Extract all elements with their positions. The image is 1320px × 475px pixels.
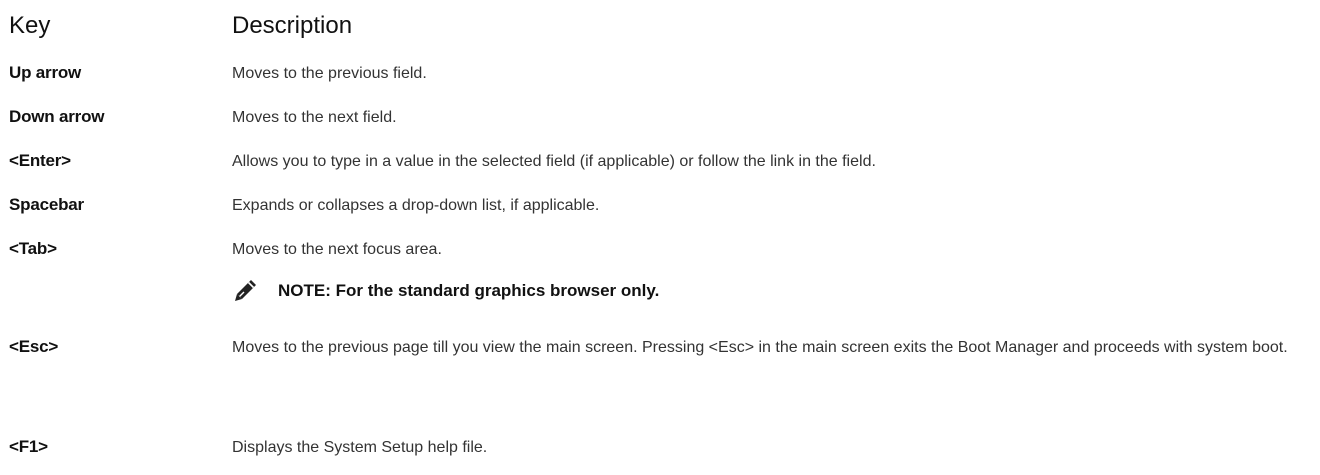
row-key: Spacebar — [9, 195, 84, 214]
row-description: Moves to the previous field. — [232, 65, 427, 82]
row-description: Allows you to type in a value in the sel… — [232, 153, 876, 170]
row-key: <F1> — [9, 437, 48, 456]
row-key: <Enter> — [9, 151, 71, 170]
row-key: <Esc> — [9, 337, 59, 356]
pencil-note-icon — [232, 278, 258, 304]
note-text: NOTE: For the standard graphics browser … — [278, 281, 660, 300]
row-key: <Tab> — [9, 239, 57, 258]
row-description: Moves to the next focus area. — [232, 241, 442, 258]
column-header-description: Description — [232, 12, 353, 39]
column-header-key: Key — [9, 12, 51, 39]
row-key: Down arrow — [9, 107, 105, 126]
row-description: Moves to the previous page till you view… — [232, 339, 1288, 356]
note-callout: NOTE: For the standard graphics browser … — [232, 278, 1302, 308]
row-key: Up arrow — [9, 63, 82, 82]
row-description: Moves to the next field. — [232, 109, 397, 126]
row-description: Expands or collapses a drop-down list, i… — [232, 197, 600, 214]
row-description: Displays the System Setup help file. — [232, 439, 488, 456]
